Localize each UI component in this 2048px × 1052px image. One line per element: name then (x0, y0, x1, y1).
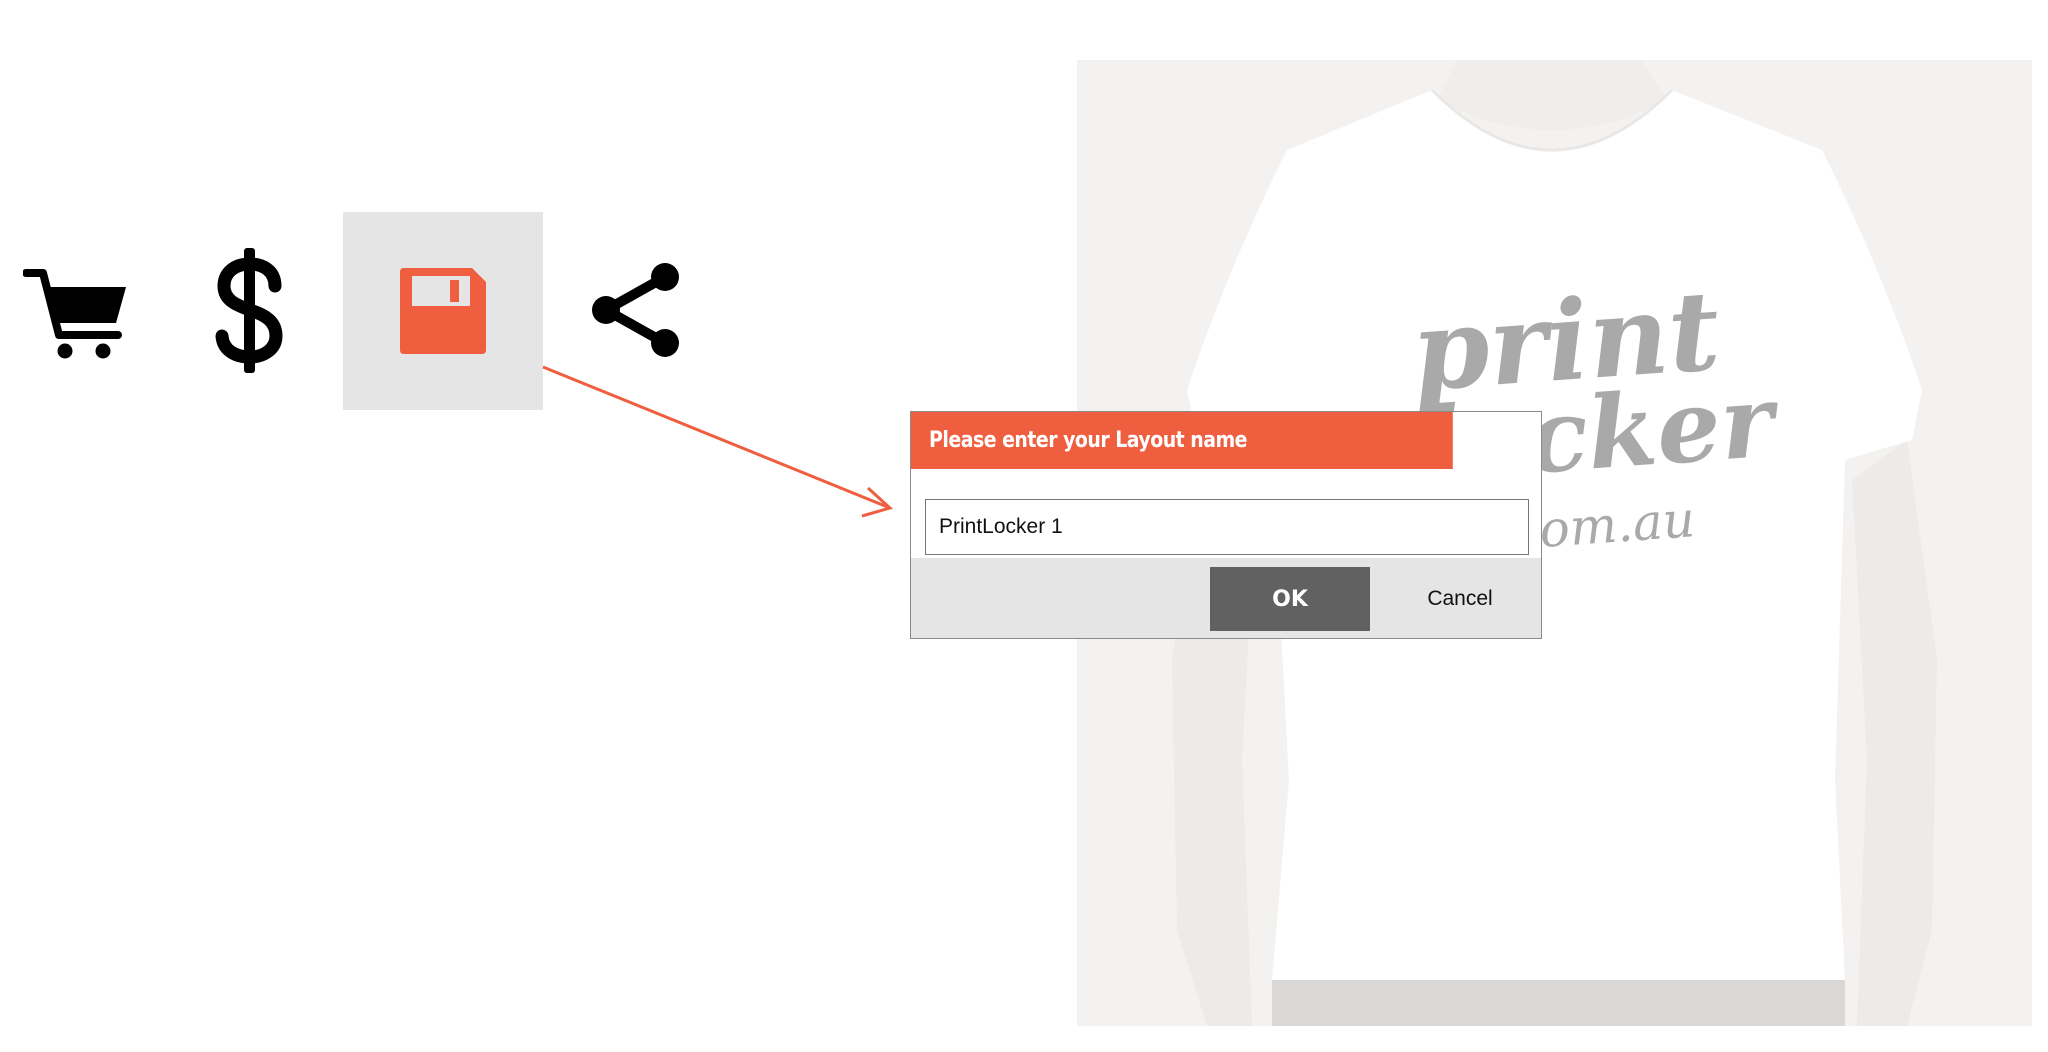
dialog-footer: OK Cancel (911, 558, 1541, 638)
ok-button[interactable]: OK (1210, 567, 1370, 631)
dialog-title: Please enter your Layout name (911, 412, 1453, 469)
layout-name-input[interactable] (925, 499, 1529, 555)
dialog-body (911, 469, 1541, 559)
layout-name-dialog: Please enter your Layout name OK Cancel (910, 411, 1542, 639)
cancel-button[interactable]: Cancel (1405, 567, 1515, 631)
